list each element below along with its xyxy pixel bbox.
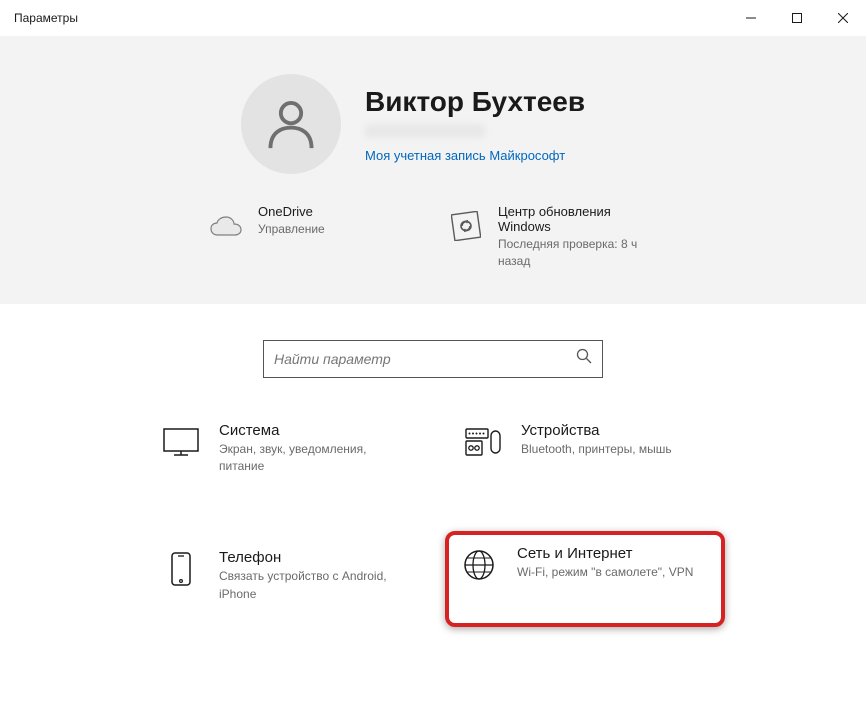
category-body: Сеть и Интернет Wi-Fi, режим "в самолете… [517,545,693,581]
user-email-redacted [365,124,485,138]
search-box[interactable] [263,340,603,378]
avatar[interactable] [241,74,341,174]
category-sub: Wi-Fi, режим "в самолете", VPN [517,564,693,581]
tile-body: Центр обновления Windows Последняя прове… [498,204,658,270]
person-icon [262,95,320,153]
category-title: Устройства [521,422,672,439]
category-title: Сеть и Интернет [517,545,693,562]
search-wrap [0,304,866,412]
cloud-icon [208,208,244,244]
category-body: Система Экран, звук, уведомления, питани… [219,422,399,476]
globe-icon [459,545,499,585]
ms-account-link[interactable]: Моя учетная запись Майкрософт [365,148,625,163]
minimize-button[interactable] [728,0,774,36]
devices-icon [463,422,503,462]
update-icon [448,208,484,244]
category-network[interactable]: Сеть и Интернет Wi-Fi, режим "в самолете… [445,531,725,627]
category-title: Телефон [219,549,399,566]
category-system[interactable]: Система Экран, звук, уведомления, питани… [151,412,413,490]
category-sub: Экран, звук, уведомления, питание [219,441,399,476]
settings-window: Параметры Виктор Бухтеев [0,0,866,701]
titlebar: Параметры [0,0,866,36]
maximize-button[interactable] [774,0,820,36]
user-info: Виктор Бухтеев Моя учетная запись Майкро… [365,86,625,163]
user-name: Виктор Бухтеев [365,86,625,118]
search-icon [576,348,592,369]
tile-title: Центр обновления Windows [498,204,658,234]
tile-body: OneDrive Управление [258,204,325,238]
category-body: Телефон Связать устройство с Android, iP… [219,549,399,603]
tile-windows-update[interactable]: Центр обновления Windows Последняя прове… [448,204,658,270]
search-input[interactable] [274,351,568,367]
tile-onedrive[interactable]: OneDrive Управление [208,204,418,270]
system-icon [161,422,201,462]
window-title: Параметры [14,11,78,25]
window-controls [728,0,866,36]
tile-title: OneDrive [258,204,325,219]
category-phone[interactable]: Телефон Связать устройство с Android, iP… [151,539,413,617]
category-sub: Связать устройство с Android, iPhone [219,568,399,603]
tile-sub: Последняя проверка: 8 ч назад [498,236,658,270]
user-row: Виктор Бухтеев Моя учетная запись Майкро… [40,74,826,174]
tiles-row: OneDrive Управление Центр обновления Win… [40,204,826,270]
category-sub: Bluetooth, принтеры, мышь [521,441,672,458]
category-body: Устройства Bluetooth, принтеры, мышь [521,422,672,458]
categories-grid: Система Экран, звук, уведомления, питани… [91,412,775,658]
category-title: Система [219,422,399,439]
close-button[interactable] [820,0,866,36]
category-devices[interactable]: Устройства Bluetooth, принтеры, мышь [453,412,715,490]
account-section: Виктор Бухтеев Моя учетная запись Майкро… [0,36,866,304]
phone-icon [161,549,201,589]
tile-sub: Управление [258,221,325,238]
